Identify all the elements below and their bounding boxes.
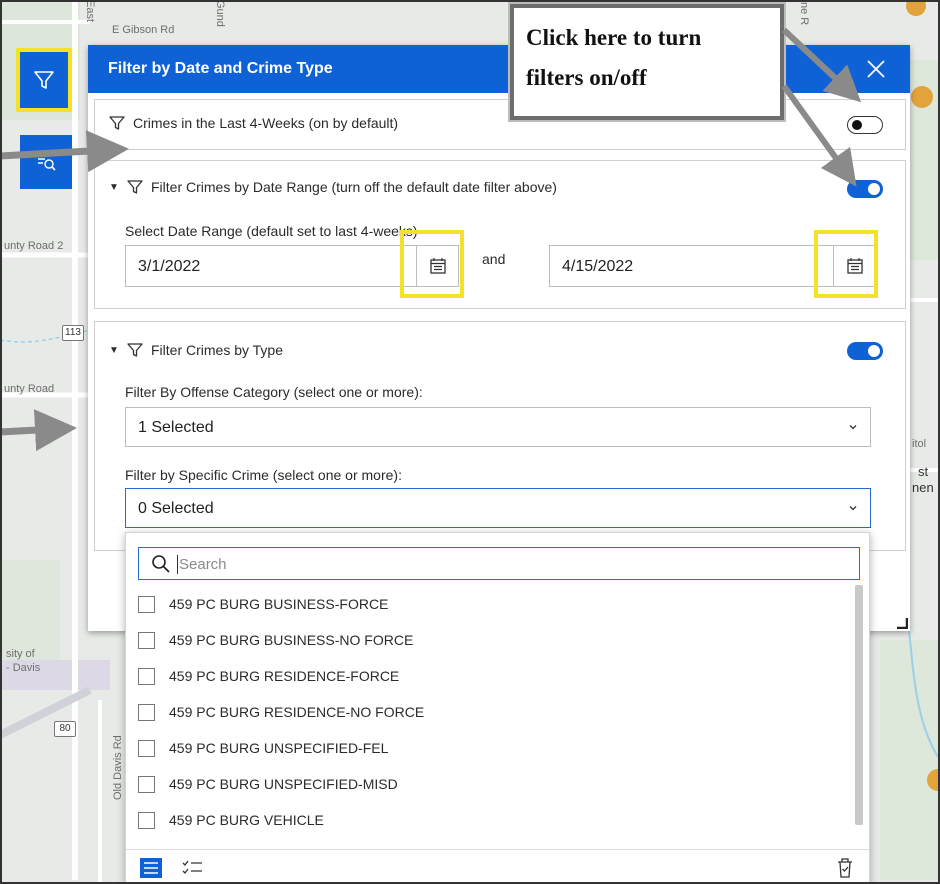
map-label-road: Gund	[214, 0, 226, 27]
map-label-road: Old Davis Rd	[112, 735, 124, 800]
filter-row-last4: Crimes in the Last 4-Weeks (on by defaul…	[109, 115, 398, 131]
dropdown-footer	[126, 849, 869, 883]
callout-line: filters on/off	[526, 65, 647, 90]
list-item-label: 459 PC BURG RESIDENCE-FORCE	[169, 668, 400, 684]
list-item[interactable]: 459 PC BURG RESIDENCE-FORCE	[138, 661, 399, 691]
expand-caret-icon: ▼	[109, 344, 119, 356]
map-label-road: E Gibson Rd	[112, 24, 175, 36]
panel-title: Filter by Date and Crime Type	[108, 60, 333, 77]
checkbox[interactable]	[138, 595, 155, 613]
highway-shield: 113	[62, 325, 84, 341]
list-item-label: 459 PC BURG UNSPECIFIED-MISD	[169, 776, 398, 792]
list-item[interactable]: 459 PC BURG RESIDENCE-NO FORCE	[138, 697, 424, 727]
chevron-down-icon	[849, 425, 857, 430]
filter-icon	[127, 179, 143, 195]
map-label-place: sity of	[6, 648, 35, 660]
query-tool-button[interactable]	[20, 135, 72, 189]
toggle-crime-type[interactable]	[847, 342, 883, 360]
end-date-value: 4/15/2022	[562, 258, 634, 275]
close-icon	[867, 60, 885, 78]
list-item[interactable]: 459 PC BURG VEHICLE	[138, 805, 324, 835]
annotation-callout: Click here to turn filters on/off	[508, 2, 786, 122]
filter-tool-button[interactable]	[16, 48, 72, 112]
highway-shield: 80	[54, 721, 76, 737]
end-calendar-button[interactable]	[833, 246, 875, 286]
calendar-icon	[429, 258, 446, 274]
search-icon	[152, 555, 170, 573]
panel-header: Filter by Date and Crime Type	[88, 45, 910, 93]
date-range-label: Select Date Range (default set to last 4…	[125, 223, 418, 239]
list-item-label: 459 PC BURG UNSPECIFIED-FEL	[169, 740, 389, 756]
filter-label: Filter Crimes by Date Range (turn off th…	[151, 179, 557, 195]
map-label-place: - Davis	[6, 662, 41, 674]
filter-icon	[127, 342, 143, 358]
list-item-label: 459 PC BURG BUSINESS-FORCE	[169, 596, 389, 612]
list-item-label: 459 PC BURG VEHICLE	[169, 812, 324, 828]
list-item[interactable]: 459 PC BURG UNSPECIFIED-FEL	[138, 733, 388, 763]
filter-icon	[109, 115, 125, 131]
dropdown-search-input[interactable]: Search	[138, 547, 860, 580]
map-label-road: East	[84, 0, 96, 23]
checkbox[interactable]	[138, 631, 155, 649]
between-label: and	[482, 251, 506, 267]
query-icon	[38, 154, 56, 171]
expand-caret-icon: ▼	[109, 181, 119, 193]
start-date-field[interactable]: 3/1/2022	[125, 245, 459, 287]
list-item[interactable]: 459 PC BURG BUSINESS-NO FORCE	[138, 625, 413, 655]
filter-row-date-range[interactable]: ▼ Filter Crimes by Date Range (turn off …	[109, 179, 557, 195]
text-cursor	[177, 555, 178, 574]
specific-crime-value: 0 Selected	[138, 500, 214, 517]
calendar-icon	[846, 258, 863, 274]
filter-label: Filter Crimes by Type	[151, 342, 283, 358]
map-label-place: st	[918, 464, 929, 479]
list-item-label: 459 PC BURG RESIDENCE-NO FORCE	[169, 704, 425, 720]
filter-card-crime-type: ▼ Filter Crimes by Type Filter By Offens…	[94, 321, 906, 551]
search-placeholder: Search	[179, 556, 227, 573]
map-label-place: nen	[912, 480, 934, 495]
checkbox[interactable]	[138, 739, 155, 757]
checkbox[interactable]	[138, 811, 155, 829]
dropdown-scrollbar[interactable]	[855, 585, 863, 825]
offense-category-select[interactable]: 1 Selected	[125, 407, 871, 447]
map-label-place: itol	[912, 438, 927, 450]
close-button[interactable]	[864, 57, 888, 81]
filter-label: Crimes in the Last 4-Weeks (on by defaul…	[133, 115, 399, 131]
end-date-field[interactable]: 4/15/2022	[549, 245, 876, 287]
select-all-icon[interactable]	[140, 858, 162, 878]
start-date-value: 3/1/2022	[138, 258, 201, 275]
filter-row-crime-type[interactable]: ▼ Filter Crimes by Type	[109, 342, 283, 358]
chevron-down-icon	[849, 506, 857, 511]
list-item-label: 459 PC BURG BUSINESS-NO FORCE	[169, 632, 414, 648]
callout-line: Click here to turn	[526, 25, 702, 50]
list-item[interactable]: 459 PC BURG BUSINESS-FORCE	[138, 589, 388, 619]
filter-icon	[34, 71, 54, 89]
specific-crime-dropdown: Search 459 PC BURG BUSINESS-FORCE 459 PC…	[125, 532, 870, 884]
checkbox[interactable]	[138, 667, 155, 685]
checklist-icon[interactable]	[182, 858, 204, 878]
checkbox[interactable]	[138, 703, 155, 721]
map-label-road: unty Road	[4, 383, 55, 395]
map-label-road: ne R	[798, 2, 810, 26]
offense-category-label: Filter By Offense Category (select one o…	[125, 384, 423, 400]
filter-card-date-range: ▼ Filter Crimes by Date Range (turn off …	[94, 160, 906, 309]
map-label-road: unty Road 2	[4, 240, 64, 252]
checkbox[interactable]	[138, 775, 155, 793]
filter-card-last4: Crimes in the Last 4-Weeks (on by defaul…	[94, 99, 906, 150]
toggle-date-range[interactable]	[847, 180, 883, 198]
clear-selection-icon[interactable]	[835, 857, 855, 879]
specific-crime-label: Filter by Specific Crime (select one or …	[125, 467, 402, 483]
offense-category-value: 1 Selected	[138, 419, 214, 436]
list-item[interactable]: 459 PC BURG UNSPECIFIED-MISD	[138, 769, 398, 799]
start-calendar-button[interactable]	[416, 246, 458, 286]
specific-crime-select[interactable]: 0 Selected	[125, 488, 871, 528]
resize-handle-icon[interactable]	[896, 617, 908, 629]
toggle-last4[interactable]	[847, 116, 883, 134]
